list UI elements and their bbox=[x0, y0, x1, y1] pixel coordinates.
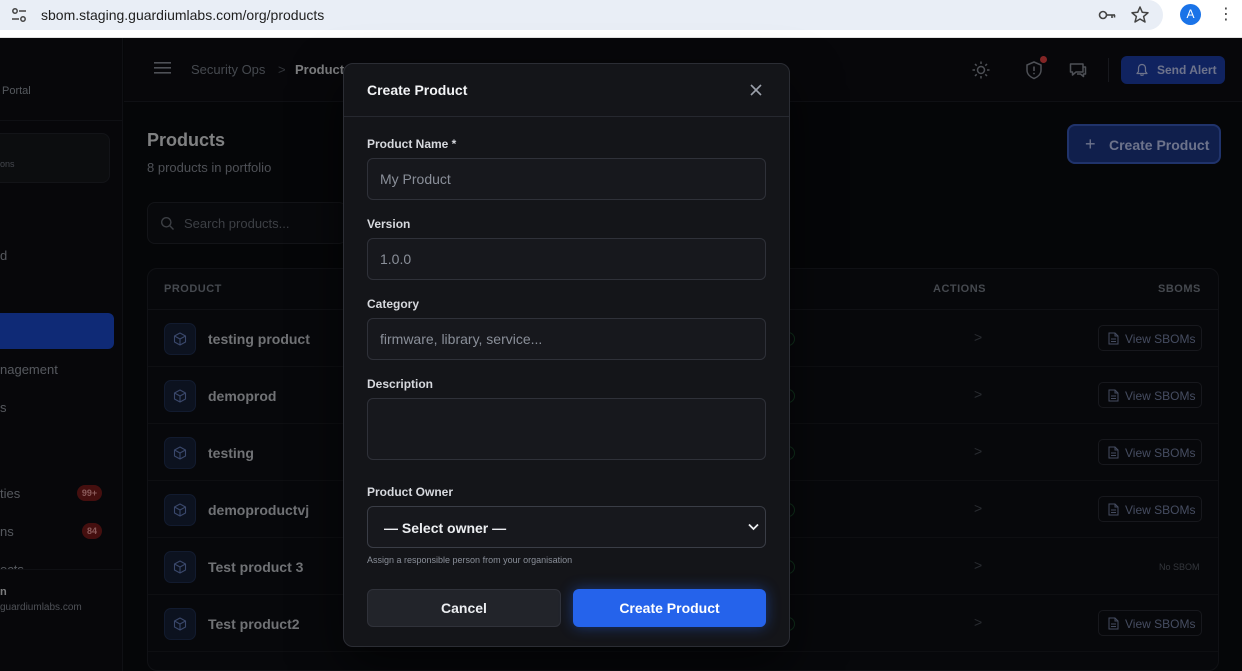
breadcrumb-separator: > bbox=[278, 62, 286, 77]
sidebar-user-email: guardiumlabs.com bbox=[0, 602, 82, 613]
chevron-right-icon[interactable]: > bbox=[974, 500, 982, 516]
column-header-sboms: SBOMS bbox=[1158, 283, 1201, 295]
version-field[interactable] bbox=[367, 238, 766, 280]
cancel-button[interactable]: Cancel bbox=[367, 589, 561, 627]
column-header-actions: ACTIONS bbox=[933, 283, 986, 295]
sidebar-item-2[interactable]: nagement bbox=[0, 362, 58, 377]
product-owner-select[interactable]: — Select owner — bbox=[367, 506, 766, 548]
breadcrumb-security-ops[interactable]: Security Ops bbox=[191, 62, 265, 77]
chevron-right-icon[interactable]: > bbox=[974, 329, 982, 345]
cube-icon bbox=[164, 551, 196, 583]
cube-icon bbox=[164, 494, 196, 526]
description-label: Description bbox=[367, 377, 434, 391]
url-text[interactable]: sbom.staging.guardiumlabs.com/org/produc… bbox=[41, 7, 324, 23]
view-sboms-label: View SBOMs bbox=[1125, 617, 1196, 631]
view-sboms-label: View SBOMs bbox=[1125, 332, 1196, 346]
send-alert-button[interactable]: Send Alert bbox=[1121, 56, 1225, 84]
category-field[interactable] bbox=[367, 318, 766, 360]
category-label: Category bbox=[367, 297, 420, 311]
view-sboms-button[interactable]: View SBOMs bbox=[1098, 496, 1202, 522]
view-sboms-button[interactable]: View SBOMs bbox=[1098, 610, 1202, 636]
plus-icon: + bbox=[1085, 134, 1096, 154]
chevron-down-icon bbox=[748, 523, 759, 531]
create-product-modal: Create Product Product Name * Version Ca… bbox=[343, 63, 790, 647]
search-input[interactable] bbox=[184, 213, 334, 233]
sidebar-item-4[interactable]: ties bbox=[0, 486, 20, 501]
description-field[interactable] bbox=[367, 398, 766, 460]
sun-icon[interactable] bbox=[971, 60, 991, 80]
view-sboms-label: View SBOMs bbox=[1125, 389, 1196, 403]
browser-chrome: sbom.staging.guardiumlabs.com/org/produc… bbox=[0, 0, 1242, 38]
product-name-field[interactable] bbox=[367, 158, 766, 200]
sidebar-brand-subtitle: Portal bbox=[2, 85, 31, 97]
sidebar-divider bbox=[0, 120, 122, 121]
cube-icon bbox=[164, 608, 196, 640]
cube-icon bbox=[164, 380, 196, 412]
create-product-header-label: Create Product bbox=[1109, 137, 1210, 153]
key-icon[interactable] bbox=[1097, 5, 1117, 25]
owner-hint: Assign a responsible person from your or… bbox=[367, 555, 573, 565]
cube-icon bbox=[164, 323, 196, 355]
sidebar-footer-divider bbox=[0, 569, 122, 570]
product-name[interactable]: testing bbox=[208, 445, 254, 461]
version-label: Version bbox=[367, 217, 411, 231]
file-icon bbox=[1108, 389, 1119, 402]
sidebar-badge-4: 99+ bbox=[77, 485, 102, 501]
star-icon[interactable] bbox=[1130, 5, 1150, 25]
file-icon bbox=[1108, 332, 1119, 345]
sidebar-badge-5: 84 bbox=[82, 523, 102, 539]
send-alert-label: Send Alert bbox=[1157, 63, 1217, 77]
shield-alert-icon[interactable] bbox=[1024, 60, 1044, 80]
view-sboms-label: View SBOMs bbox=[1125, 446, 1196, 460]
sidebar-user-name: n bbox=[0, 586, 7, 598]
sidebar-item-1[interactable]: d bbox=[0, 248, 7, 263]
create-product-header-button[interactable]: + Create Product bbox=[1067, 124, 1221, 164]
product-name[interactable]: demoprod bbox=[208, 388, 276, 404]
view-sboms-button[interactable]: View SBOMs bbox=[1098, 382, 1202, 408]
address-bar[interactable]: sbom.staging.guardiumlabs.com/org/produc… bbox=[0, 0, 1163, 30]
view-sboms-button[interactable]: View SBOMs bbox=[1098, 439, 1202, 465]
column-header-product[interactable]: PRODUCT bbox=[164, 283, 222, 295]
bell-icon bbox=[1136, 63, 1148, 76]
hamburger-icon[interactable] bbox=[154, 61, 172, 75]
cube-icon bbox=[164, 437, 196, 469]
owner-selected-value: — Select owner — bbox=[384, 520, 507, 536]
product-name[interactable]: Test product2 bbox=[208, 616, 300, 632]
product-owner-label: Product Owner bbox=[367, 485, 454, 499]
modal-divider bbox=[344, 116, 789, 117]
product-name-label: Product Name * bbox=[367, 137, 457, 151]
product-name[interactable]: testing product bbox=[208, 331, 310, 347]
view-sboms-label: View SBOMs bbox=[1125, 503, 1196, 517]
page-title: Products bbox=[147, 130, 226, 150]
sidebar-item-3[interactable]: s bbox=[0, 400, 7, 415]
site-info-icon[interactable] bbox=[10, 6, 28, 24]
create-product-submit-button[interactable]: Create Product bbox=[573, 589, 766, 627]
chevron-right-icon[interactable]: > bbox=[974, 386, 982, 402]
modal-title: Create Product bbox=[367, 82, 468, 98]
sidebar-item-5[interactable]: ns bbox=[0, 524, 14, 539]
org-switcher-label: ons bbox=[0, 159, 15, 169]
chevron-right-icon[interactable]: > bbox=[974, 443, 982, 459]
file-icon bbox=[1108, 617, 1119, 630]
product-name[interactable]: demoproductvj bbox=[208, 502, 309, 518]
notification-dot bbox=[1040, 56, 1047, 63]
product-search bbox=[147, 202, 347, 244]
file-icon bbox=[1108, 503, 1119, 516]
profile-avatar[interactable]: A bbox=[1180, 4, 1201, 25]
search-icon bbox=[161, 217, 174, 230]
close-icon[interactable] bbox=[746, 80, 766, 100]
page-subtitle: 8 products in portfolio bbox=[147, 160, 272, 175]
no-sbom-label: No SBOM bbox=[1159, 562, 1200, 572]
topbar-separator bbox=[1108, 58, 1109, 82]
sidebar: o Portal ons d nagement s ties 99+ ns 84… bbox=[0, 38, 123, 671]
org-switcher[interactable] bbox=[0, 133, 110, 183]
kebab-menu-icon[interactable]: ⋮ bbox=[1218, 4, 1234, 26]
chat-icon[interactable] bbox=[1068, 60, 1088, 80]
view-sboms-button[interactable]: View SBOMs bbox=[1098, 325, 1202, 351]
chevron-right-icon[interactable]: > bbox=[974, 614, 982, 630]
chevron-right-icon[interactable]: > bbox=[974, 557, 982, 573]
product-name[interactable]: Test product 3 bbox=[208, 559, 303, 575]
file-icon bbox=[1108, 446, 1119, 459]
sidebar-item-products-active[interactable] bbox=[0, 313, 114, 349]
